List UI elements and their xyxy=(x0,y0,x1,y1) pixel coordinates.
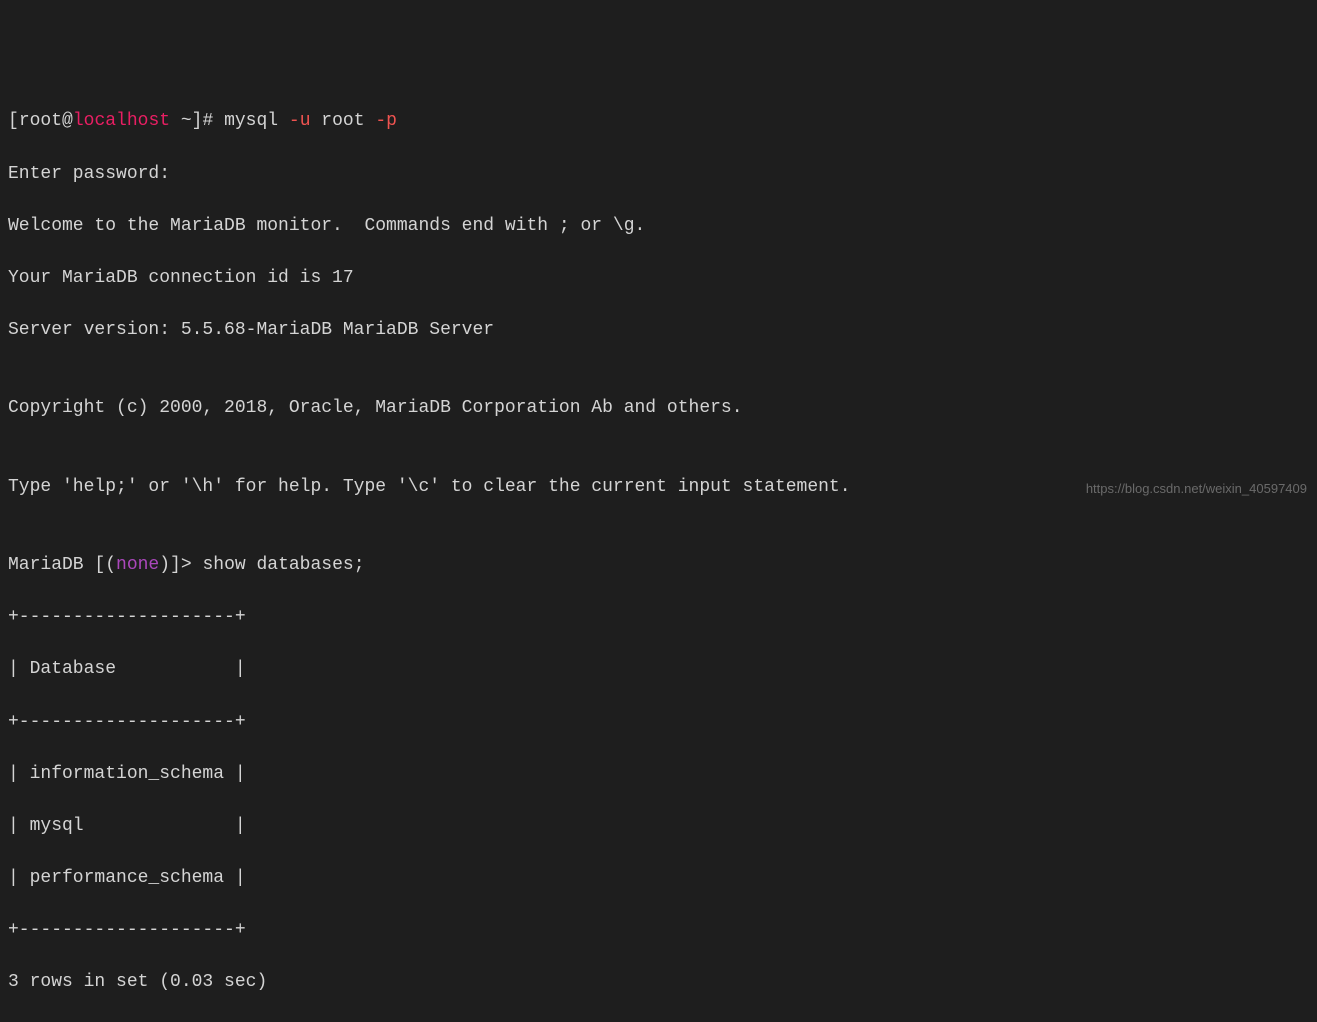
command-arg-p: -p xyxy=(375,111,397,131)
prompt-host: localhost xyxy=(73,111,170,131)
password-prompt[interactable]: Enter password: xyxy=(8,161,1309,187)
command-arg-mid: root xyxy=(311,111,376,131)
welcome-line: Welcome to the MariaDB monitor. Commands… xyxy=(8,213,1309,239)
table-border-bottom: +--------------------+ xyxy=(8,917,1309,943)
connection-id-line: Your MariaDB connection id is 17 xyxy=(8,265,1309,291)
table-border-top: +--------------------+ xyxy=(8,604,1309,630)
table-row: | information_schema | xyxy=(8,761,1309,787)
shell-prompt-line[interactable]: [root@localhost ~]# mysql -u root -p xyxy=(8,108,1309,134)
copyright-line: Copyright (c) 2000, 2018, Oracle, MariaD… xyxy=(8,395,1309,421)
table-row: | mysql | xyxy=(8,813,1309,839)
mariadb-prompt-pre: MariaDB [( xyxy=(8,555,116,575)
mariadb-prompt-line[interactable]: MariaDB [(none)]> show databases; xyxy=(8,552,1309,578)
mariadb-prompt-none: none xyxy=(116,555,159,575)
table-border-mid: +--------------------+ xyxy=(8,709,1309,735)
command-name: mysql xyxy=(224,111,289,131)
watermark-text: https://blog.csdn.net/weixin_40597409 xyxy=(1086,480,1307,499)
prompt-open: [ xyxy=(8,111,19,131)
mariadb-prompt-post: )]> xyxy=(159,555,202,575)
table-row: | performance_schema | xyxy=(8,865,1309,891)
table-header: | Database | xyxy=(8,656,1309,682)
prompt-at: @ xyxy=(62,111,73,131)
prompt-path: ~]# xyxy=(170,111,224,131)
sql-statement: show databases; xyxy=(202,555,364,575)
server-version-line: Server version: 5.5.68-MariaDB MariaDB S… xyxy=(8,317,1309,343)
result-summary: 3 rows in set (0.03 sec) xyxy=(8,969,1309,995)
prompt-user: root xyxy=(19,111,62,131)
command-arg-u: -u xyxy=(289,111,311,131)
